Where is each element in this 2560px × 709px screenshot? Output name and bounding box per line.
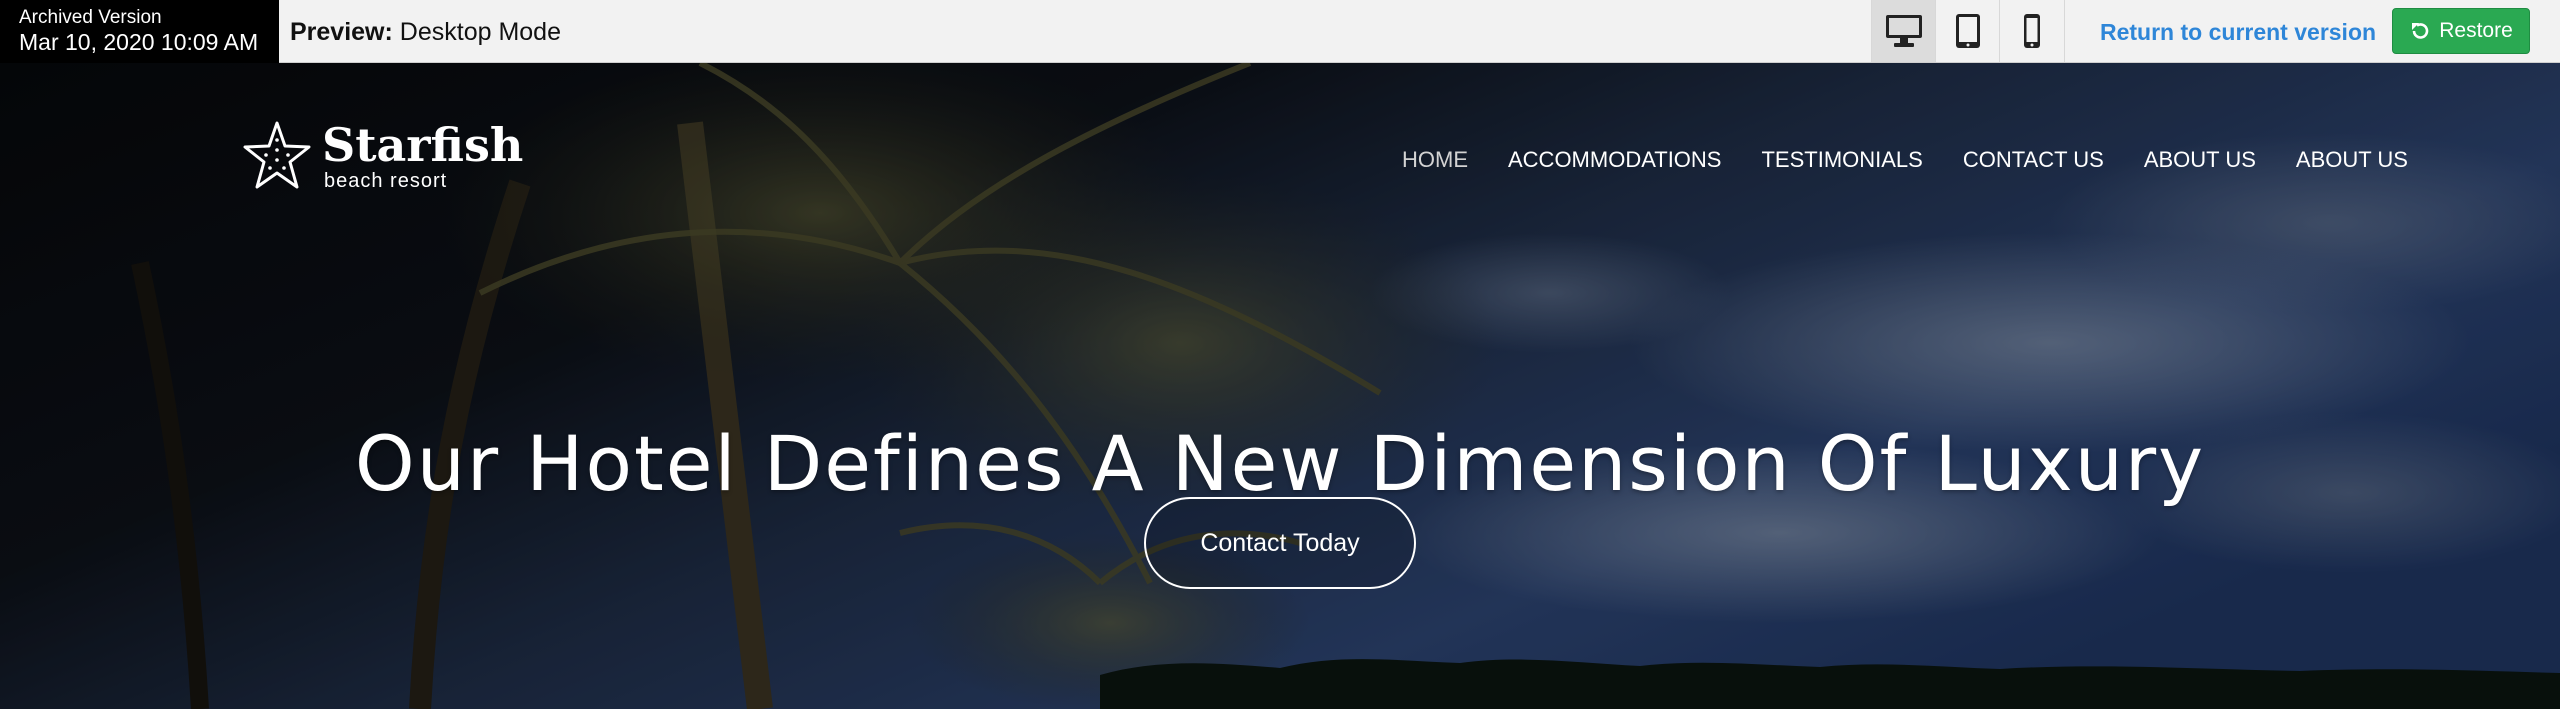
nav-item-contact-us[interactable]: CONTACT US [1963, 146, 2104, 174]
restore-label: Restore [2439, 19, 2513, 42]
preview-prefix: Preview: [290, 18, 393, 46]
archive-info: Archived Version Mar 10, 2020 10:09 AM [0, 0, 279, 63]
nav-item-accommodations[interactable]: ACCOMMODATIONS [1508, 146, 1721, 174]
hero-headline: Our Hotel Defines A New Dimension Of Lux… [354, 418, 2206, 508]
main-navigation: HOME ACCOMMODATIONS TESTIMONIALS CONTACT… [1402, 146, 2408, 174]
logo-text: Starfish beach resort [322, 120, 523, 192]
restore-icon [2412, 23, 2429, 39]
nav-item-home[interactable]: HOME [1402, 146, 1468, 174]
nav-item-about-us-2[interactable]: ABOUT US [2296, 146, 2408, 174]
tablet-icon [1955, 14, 1980, 48]
archive-date: Mar 10, 2020 10:09 AM [19, 29, 259, 55]
preview-mode-label: Preview: Desktop Mode [290, 17, 561, 47]
tablet-view-button[interactable] [1936, 0, 2000, 62]
device-switcher [1871, 0, 2065, 62]
nav-item-testimonials[interactable]: TESTIMONIALS [1761, 146, 1922, 174]
mobile-view-button[interactable] [2000, 0, 2064, 62]
logo-tagline: beach resort [324, 170, 448, 192]
site-logo[interactable]: Starfish beach resort [242, 120, 523, 192]
restore-button[interactable]: Restore [2392, 8, 2530, 54]
site-preview: Starfish beach resort HOME ACCOMMODATION… [0, 63, 2560, 709]
nav-item-about-us[interactable]: ABOUT US [2144, 146, 2256, 174]
preview-mode: Desktop Mode [399, 18, 561, 46]
archive-toolbar: Archived Version Mar 10, 2020 10:09 AM P… [0, 0, 2560, 63]
starfish-icon [243, 121, 311, 189]
mobile-icon [2024, 14, 2040, 48]
contact-today-button[interactable]: Contact Today [1144, 497, 1416, 589]
desktop-icon [1885, 15, 1922, 47]
archive-label: Archived Version [19, 7, 162, 28]
desktop-view-button[interactable] [1872, 0, 1936, 62]
logo-name: Starfish [322, 118, 524, 172]
return-to-current-link[interactable]: Return to current version [2100, 17, 2376, 47]
